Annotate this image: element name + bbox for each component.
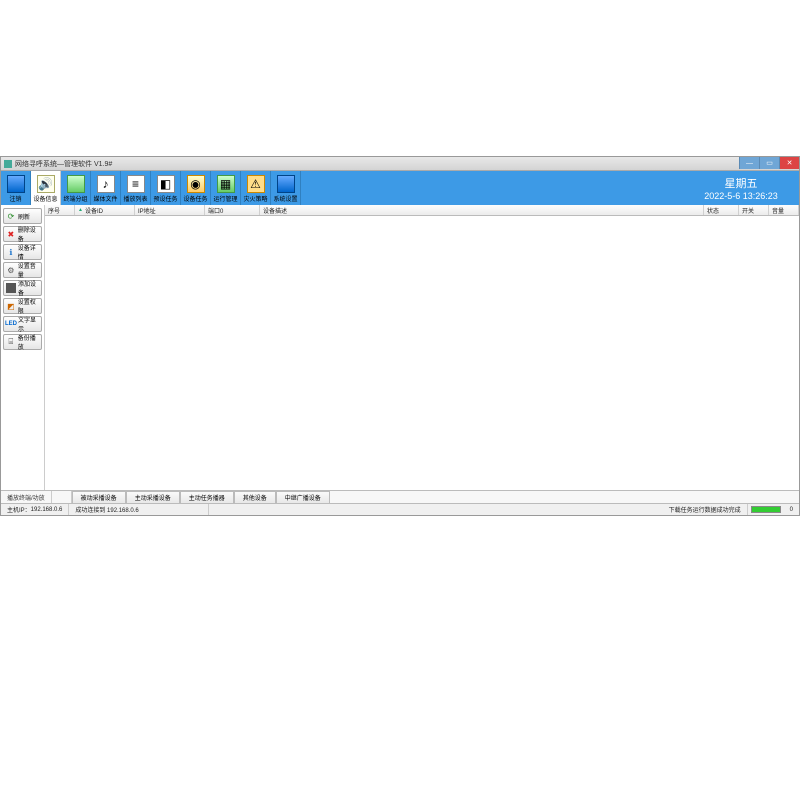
weekday-label: 星期五 — [725, 175, 758, 191]
col-ip[interactable]: IP地址 — [135, 205, 205, 215]
app-icon — [4, 160, 12, 168]
pc-icon — [7, 175, 25, 193]
info-icon: ℹ — [6, 247, 16, 257]
gear-icon: ⚙ — [6, 265, 16, 275]
refresh-icon: ⟳ — [6, 211, 16, 221]
side-text-display[interactable]: LED 文字显示 — [3, 316, 42, 332]
toolbar-terminal-group[interactable]: 终端分组 — [61, 171, 91, 205]
status-progress-value: 0 — [784, 507, 799, 513]
tab-other-devices[interactable]: 其他设备 — [234, 491, 276, 503]
bottom-tabs: 播放终端/功放 被动采播设备 主动采播设备 主动任务播器 其他设备 中继广播设备 — [1, 490, 799, 503]
side-backup-play[interactable]: ⌸ 备份播放 — [3, 334, 42, 350]
delete-icon: ✖ — [6, 229, 16, 239]
tab-passive-capture[interactable]: 被动采播设备 — [72, 491, 126, 503]
task-icon: ◉ — [187, 175, 205, 193]
toolbar-system-settings[interactable]: 系统设置 — [271, 171, 301, 205]
toolbar-device-info[interactable]: 🔊 设备信息 — [31, 171, 61, 205]
toolbar-device-task[interactable]: ◉ 设备任务 — [181, 171, 211, 205]
window-title: 网络寻呼系统—管理软件 V1.9# — [15, 159, 112, 169]
tab-active-task-player[interactable]: 主动任务播器 — [180, 491, 234, 503]
list-icon: ≡ — [127, 175, 145, 193]
main-area: 序号 设备ID IP地址 端口0 设备描述 状态 开关 音量 — [45, 205, 799, 490]
media-icon: ♪ — [97, 175, 115, 193]
preset-icon: ◧ — [157, 175, 175, 193]
col-volume[interactable]: 音量 — [769, 205, 799, 215]
close-button[interactable]: ✕ — [779, 157, 799, 169]
col-desc[interactable]: 设备描述 — [260, 205, 704, 215]
led-icon: LED — [6, 319, 16, 329]
main-toolbar: 注销 🔊 设备信息 终端分组 ♪ 媒体文件 ≡ 播放列表 ◧ 预设任务 ◉ 设备… — [1, 171, 799, 205]
tab-active-capture[interactable]: 主动采播设备 — [126, 491, 180, 503]
left-sidebar: ⟳ 刷新 ✖ 删除设备 ℹ 设备详情 ⚙ 设置音量 添加设备 ◩ 设置权限 — [1, 205, 45, 490]
toolbar-logout[interactable]: 注销 — [1, 171, 31, 205]
status-task-msg: 下载任务运行数据成功完成 — [663, 504, 748, 515]
side-set-permission[interactable]: ◩ 设置权限 — [3, 298, 42, 314]
content-row: ⟳ 刷新 ✖ 删除设备 ℹ 设备详情 ⚙ 设置音量 添加设备 ◩ 设置权限 — [1, 205, 799, 490]
backup-icon: ⌸ — [6, 337, 16, 347]
speaker-icon: 🔊 — [37, 175, 55, 193]
fire-icon: ⚠ — [247, 175, 265, 193]
col-device-id[interactable]: 设备ID — [75, 205, 135, 215]
settings-icon — [277, 175, 295, 193]
group-icon — [67, 175, 85, 193]
grid-header: 序号 设备ID IP地址 端口0 设备描述 状态 开关 音量 — [45, 205, 799, 216]
run-icon: ▦ — [217, 175, 235, 193]
status-progress-bar — [751, 506, 781, 513]
side-add-device[interactable]: 添加设备 — [3, 280, 42, 296]
side-delete-device[interactable]: ✖ 删除设备 — [3, 226, 42, 242]
speaker-add-icon — [6, 283, 16, 293]
grid-body[interactable] — [45, 216, 799, 490]
permission-icon: ◩ — [6, 301, 16, 311]
toolbar-run-manage[interactable]: ▦ 运行管理 — [211, 171, 241, 205]
side-refresh[interactable]: ⟳ 刷新 — [3, 208, 42, 224]
toolbar-preset-task[interactable]: ◧ 预设任务 — [151, 171, 181, 205]
maximize-button[interactable]: ▭ — [759, 157, 779, 169]
col-status[interactable]: 状态 — [704, 205, 739, 215]
col-index[interactable]: 序号 — [45, 205, 75, 215]
status-bar: 主机IP： 192.168.0.6 成功连接到 192.168.0.6 下载任务… — [1, 503, 799, 515]
titlebar: 网络寻呼系统—管理软件 V1.9# — ▭ ✕ — [1, 157, 799, 171]
col-switch[interactable]: 开关 — [739, 205, 769, 215]
side-set-volume[interactable]: ⚙ 设置音量 — [3, 262, 42, 278]
side-device-detail[interactable]: ℹ 设备详情 — [3, 244, 42, 260]
toolbar-fire-strategy[interactable]: ⚠ 灾火策略 — [241, 171, 271, 205]
datetime-display: 星期五 2022-5-6 13:26:23 — [689, 171, 799, 205]
bottom-tab-label: 播放终端/功放 — [1, 491, 52, 503]
app-window: 网络寻呼系统—管理软件 V1.9# — ▭ ✕ 注销 🔊 设备信息 终端分组 ♪… — [0, 156, 800, 516]
window-controls: — ▭ ✕ — [739, 157, 799, 170]
minimize-button[interactable]: — — [739, 157, 759, 169]
toolbar-playlist[interactable]: ≡ 播放列表 — [121, 171, 151, 205]
col-port[interactable]: 端口0 — [205, 205, 260, 215]
tab-relay-broadcast[interactable]: 中继广播设备 — [276, 491, 330, 503]
status-connection: 成功连接到 192.168.0.6 — [69, 504, 209, 515]
datetime-label: 2022-5-6 13:26:23 — [704, 191, 778, 201]
status-host: 主机IP： 192.168.0.6 — [1, 504, 69, 515]
host-ip-value: 192.168.0.6 — [31, 507, 63, 513]
toolbar-media-files[interactable]: ♪ 媒体文件 — [91, 171, 121, 205]
